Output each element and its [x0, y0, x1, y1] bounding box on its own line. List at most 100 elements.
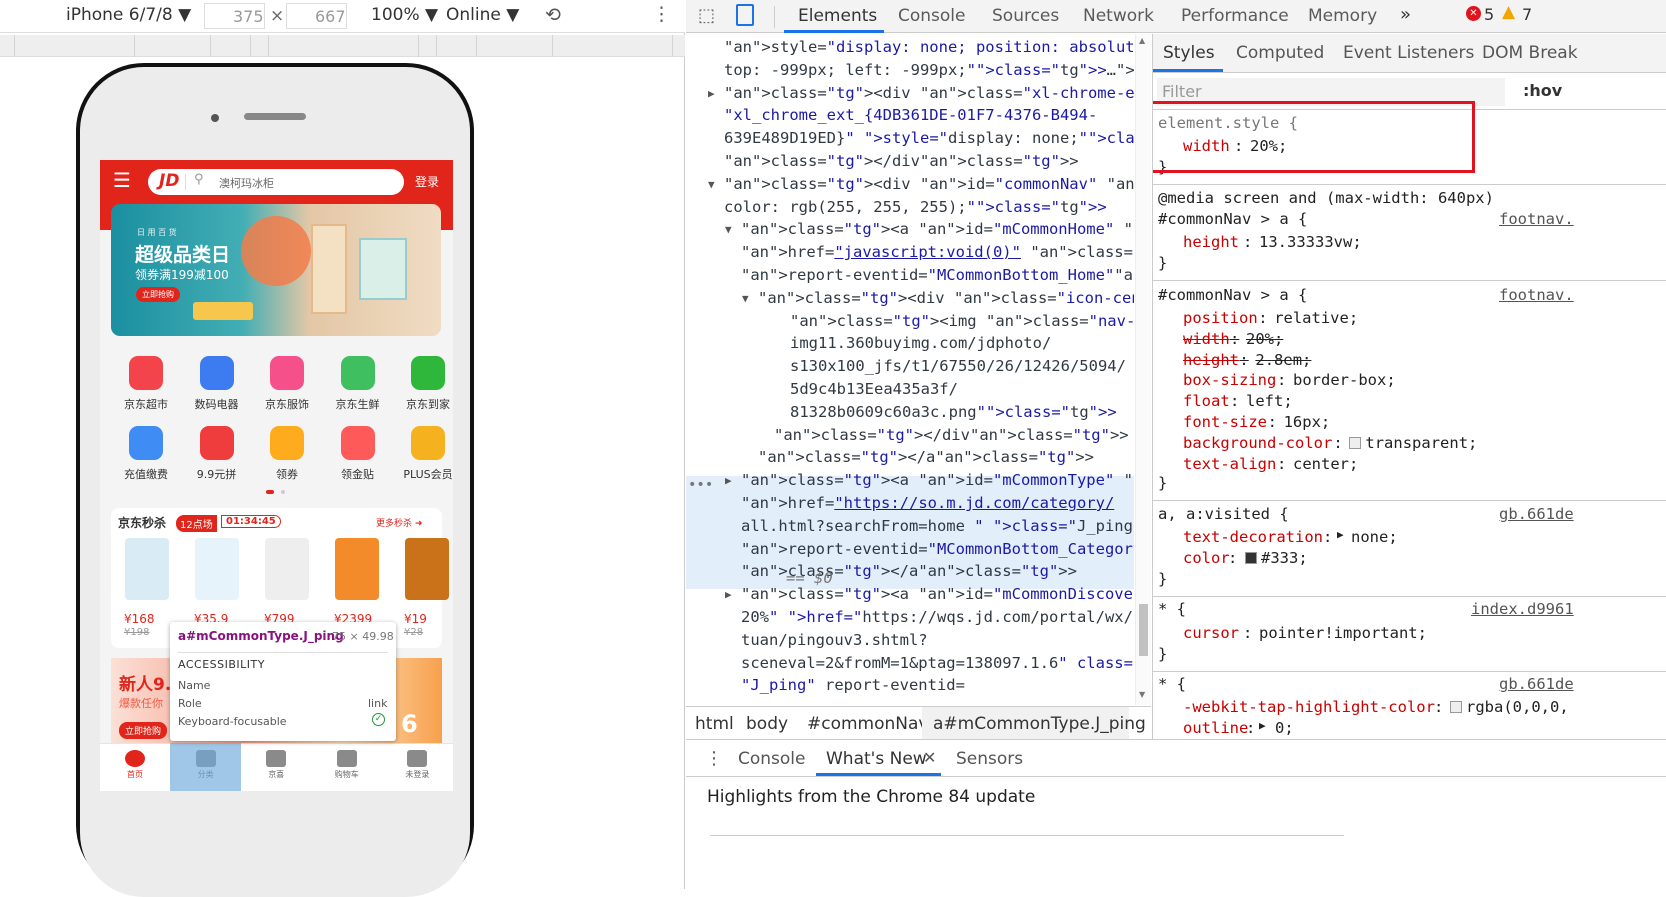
newuser-button[interactable]: 立即抢购	[119, 722, 168, 739]
rule5-value2[interactable]: 0;	[1275, 719, 1294, 737]
category-label[interactable]: 领券	[255, 466, 319, 482]
product-image[interactable]	[265, 538, 309, 600]
expand-arrow-icon[interactable]: ▶	[1337, 528, 1344, 541]
breadcrumb-html[interactable]: html	[695, 714, 734, 734]
category-icon[interactable]	[340, 356, 375, 390]
device-toggle-icon[interactable]	[736, 4, 754, 26]
css-value[interactable]: 16px;	[1284, 413, 1331, 431]
css-prop[interactable]: float	[1183, 392, 1230, 410]
dom-line[interactable]: top: -999px; left: -999px;"">class="tg">…	[724, 59, 1134, 82]
rule5-value1[interactable]: rgba(0,0,0,	[1466, 698, 1569, 716]
bottom-nav-item[interactable]: 购物车	[312, 744, 382, 791]
rule3-value2[interactable]: #333;	[1261, 549, 1308, 567]
device-select[interactable]: iPhone 6/7/8 ▼	[66, 5, 191, 25]
dom-line[interactable]: 639E489D19ED}" ">style="display: none;""…	[724, 127, 1134, 150]
tab-computed[interactable]: Computed	[1236, 43, 1324, 63]
rule3-value1[interactable]: none;	[1351, 528, 1398, 546]
drawer-menu-icon[interactable]: ⋮	[705, 748, 723, 769]
bottom-nav-item[interactable]: 首页	[100, 744, 170, 791]
menu-icon[interactable]: ☰	[113, 170, 131, 190]
category-icon[interactable]	[270, 426, 304, 460]
category-label[interactable]: 京东超市	[114, 396, 178, 412]
rule4-selector[interactable]: * {	[1158, 600, 1186, 618]
dom-line[interactable]: "an">class="tg"><div "an">id="commonNav"…	[708, 173, 1134, 196]
dom-line[interactable]: "an">class="tg"><img "an">class="nav-img…	[790, 310, 1134, 333]
category-icon[interactable]	[129, 356, 163, 390]
tab-memory[interactable]: Memory	[1308, 6, 1377, 26]
dom-line[interactable]: "an">style="display: none; position: abs…	[724, 36, 1134, 59]
elements-scrollbar[interactable]: ▲ ▼	[1135, 34, 1151, 705]
rule3-source-link[interactable]: gb.661de	[1499, 505, 1574, 523]
warning-icon[interactable]: ▲	[1502, 2, 1515, 22]
dom-line[interactable]: all.html?searchFrom=home " ">class="J_pi…	[741, 515, 1134, 538]
error-icon[interactable]: ✕	[1466, 6, 1481, 21]
bottom-nav-item[interactable]: 未登录	[382, 744, 452, 791]
drawer-tab-sensors[interactable]: Sensors	[956, 749, 1023, 769]
css-value[interactable]: left;	[1246, 392, 1293, 410]
node-actions-ellipsis[interactable]: •••	[688, 474, 713, 497]
css-value[interactable]: 20%;	[1246, 330, 1283, 348]
category-label[interactable]: 9.9元拼	[185, 466, 249, 482]
dom-line[interactable]: "an">href="javascript:void(0)" "an">clas…	[741, 241, 1134, 264]
width-input[interactable]: 375	[204, 3, 265, 29]
css-prop[interactable]: font-size	[1183, 413, 1267, 431]
expand-arrow-icon[interactable]: ▶	[1259, 719, 1266, 732]
expand-arrow-icon[interactable]: ▶	[708, 82, 715, 105]
rotate-icon[interactable]: ⟲	[545, 4, 561, 26]
tab-console[interactable]: Console	[898, 6, 966, 26]
drawer-tab-console[interactable]: Console	[738, 749, 806, 769]
css-prop[interactable]: box-sizing	[1183, 371, 1276, 389]
product-image[interactable]	[335, 538, 379, 600]
rule2-source-link[interactable]: footnav.	[1499, 286, 1574, 304]
css-value[interactable]: 2.8em;	[1255, 351, 1311, 369]
breadcrumb-commonnav[interactable]: #commonNav	[807, 714, 928, 734]
rule4-value[interactable]: pointer!important;	[1259, 624, 1427, 642]
color-swatch[interactable]	[1349, 436, 1362, 449]
rule1-selector[interactable]: #commonNav > a {	[1158, 210, 1307, 228]
tab-styles[interactable]: Styles	[1163, 43, 1215, 63]
seckill-more-link[interactable]: 更多秒杀 ➜	[376, 516, 422, 529]
rule3-selector[interactable]: a, a:visited {	[1158, 505, 1289, 523]
dom-line[interactable]: 20%" ">href="https://wqs.jd.com/portal/w…	[741, 606, 1133, 629]
tab-performance[interactable]: Performance	[1181, 6, 1289, 26]
dom-line[interactable]: sceneval=2&fromM=1&ptag=138097.1.6" clas…	[741, 652, 1133, 675]
dom-line[interactable]: img11.360buyimg.com/jdphoto/	[790, 332, 1051, 355]
rule4-prop[interactable]: cursor	[1183, 624, 1239, 642]
tab-sources[interactable]: Sources	[992, 6, 1059, 26]
rule2-selector[interactable]: #commonNav > a {	[1158, 286, 1307, 304]
warning-count[interactable]: 7	[1522, 5, 1532, 24]
tab-elements[interactable]: Elements	[798, 6, 877, 26]
css-prop[interactable]: background-color	[1183, 434, 1332, 452]
dom-line[interactable]: 81328b0609c60a3c.png"">class="tg">>	[790, 401, 1117, 424]
category-icon[interactable]	[270, 356, 304, 390]
rule1-value[interactable]: 13.33333vw;	[1259, 233, 1362, 251]
collapse-arrow-icon[interactable]: ▼	[725, 218, 732, 241]
dom-line[interactable]: s130x100_jfs/t1/67550/26/12426/5094/	[790, 355, 1126, 378]
expand-arrow-icon[interactable]: ▶	[725, 469, 732, 492]
collapse-arrow-icon[interactable]: ▼	[708, 173, 715, 196]
dom-line[interactable]: tuan/pingouv3.shtml?	[741, 629, 928, 652]
rule4-source-link[interactable]: index.d9961	[1471, 600, 1574, 618]
search-bar[interactable]: JD ⚲ 澳柯玛冰柜	[148, 169, 404, 195]
css-prop[interactable]: position	[1183, 309, 1258, 327]
breadcrumb-body[interactable]: body	[746, 714, 788, 734]
zoom-select[interactable]: 100% ▼	[371, 5, 438, 25]
category-label[interactable]: 京东到家	[396, 396, 453, 412]
category-icon[interactable]	[199, 426, 234, 460]
category-label[interactable]: 京东生鲜	[326, 396, 390, 412]
dom-line[interactable]: "xl_chrome_ext_{4DB361DE-01F7-4376-B494-	[724, 104, 1097, 127]
dom-line[interactable]: color: rgb(255, 255, 255);"">class="tg">…	[724, 196, 1107, 219]
category-label[interactable]: 京东服饰	[255, 396, 319, 412]
category-label[interactable]: 领金贴	[326, 466, 390, 482]
dom-line[interactable]: "an">class="tg"></div"an">class="tg">>	[724, 150, 1079, 173]
close-icon[interactable]: ✕	[923, 748, 936, 767]
dom-line[interactable]: "an">class="tg"><a "an">id="mCommonType"…	[725, 469, 1134, 492]
hov-toggle[interactable]: :hov	[1523, 81, 1562, 100]
category-icon[interactable]	[340, 426, 375, 460]
tab-dom-breakpoints[interactable]: DOM Break	[1482, 43, 1578, 63]
category-label[interactable]: 充值缴费	[114, 466, 178, 482]
rule1-source-link[interactable]: footnav.	[1499, 210, 1574, 228]
promo-banner[interactable]: 日 用 百 货 超级品类日 领券满199减100 立即抢购	[111, 204, 441, 336]
css-prop[interactable]: text-align	[1183, 455, 1276, 473]
rule5-selector[interactable]: * {	[1158, 675, 1186, 693]
